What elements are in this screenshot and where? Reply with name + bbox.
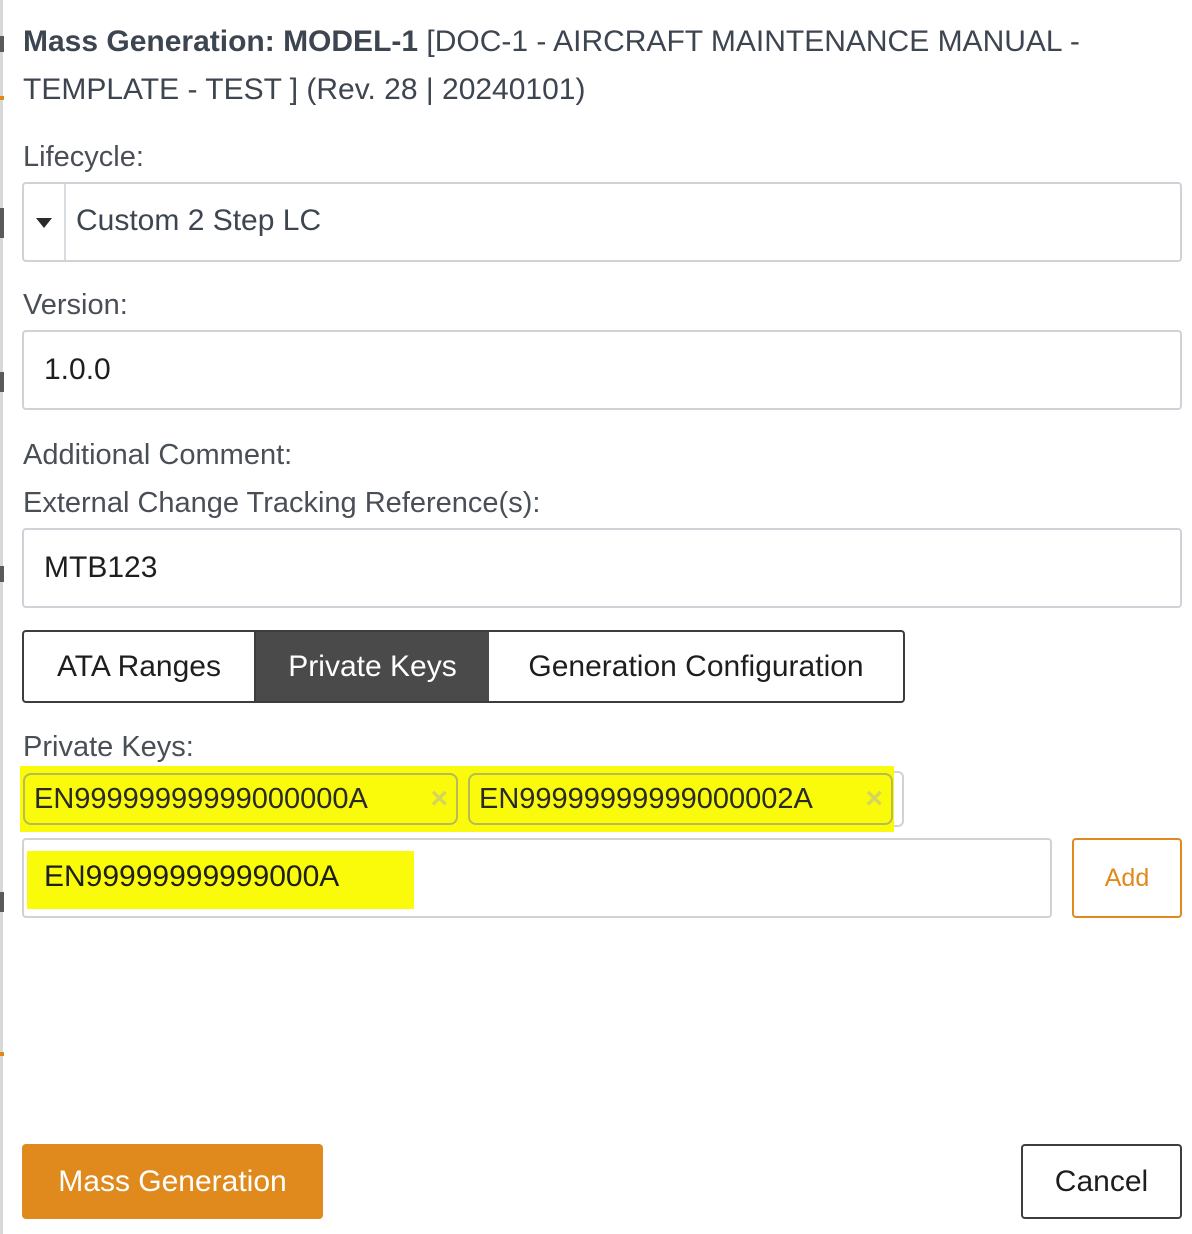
lifecycle-select[interactable]: Custom 2 Step LC xyxy=(22,182,1182,262)
background-edge-mark xyxy=(0,208,4,238)
private-key-input-value: EN99999999999000A xyxy=(44,860,340,893)
tab-bar: ATA Ranges Private Keys Generation Confi… xyxy=(22,630,905,703)
private-key-tag-label: EN99999999999000000A xyxy=(34,783,368,815)
tab-ata-ranges[interactable]: ATA Ranges xyxy=(24,632,256,701)
private-key-tag: EN99999999999000002A × xyxy=(468,773,893,825)
background-page-edge xyxy=(0,0,3,1234)
mass-generation-button[interactable]: Mass Generation xyxy=(22,1144,323,1219)
background-edge-mark xyxy=(0,892,4,912)
lifecycle-dropdown-toggle[interactable] xyxy=(24,184,66,260)
additional-comment-label: Additional Comment: xyxy=(23,439,293,471)
add-private-key-button[interactable]: Add xyxy=(1072,838,1182,918)
cancel-button[interactable]: Cancel xyxy=(1021,1144,1182,1219)
background-edge-mark xyxy=(0,566,4,582)
tracking-reference-label: External Change Tracking Reference(s): xyxy=(23,487,541,519)
version-input[interactable]: 1.0.0 xyxy=(22,330,1182,410)
private-key-input[interactable]: EN99999999999000A xyxy=(22,838,1052,918)
close-icon[interactable]: × xyxy=(865,775,883,823)
dialog-title: Mass Generation: MODEL-1 [DOC-1 - AIRCRA… xyxy=(23,18,1163,114)
version-label: Version: xyxy=(23,289,128,321)
tracking-reference-input[interactable]: MTB123 xyxy=(22,528,1182,608)
private-key-tag: EN99999999999000000A × xyxy=(23,773,458,825)
background-edge-mark xyxy=(0,1052,4,1056)
background-edge-mark xyxy=(0,372,4,392)
private-keys-label: Private Keys: xyxy=(23,731,194,763)
tab-private-keys[interactable]: Private Keys xyxy=(256,632,489,701)
lifecycle-selected-value: Custom 2 Step LC xyxy=(76,204,322,237)
lifecycle-label: Lifecycle: xyxy=(23,141,144,173)
background-edge-mark xyxy=(0,36,4,52)
private-key-tag-label: EN99999999999000002A xyxy=(479,783,813,815)
background-edge-mark xyxy=(0,96,4,100)
tab-generation-configuration[interactable]: Generation Configuration xyxy=(489,632,903,701)
close-icon[interactable]: × xyxy=(430,775,448,823)
caret-down-icon xyxy=(36,218,52,228)
dialog-title-model: Mass Generation: MODEL-1 xyxy=(23,25,419,58)
